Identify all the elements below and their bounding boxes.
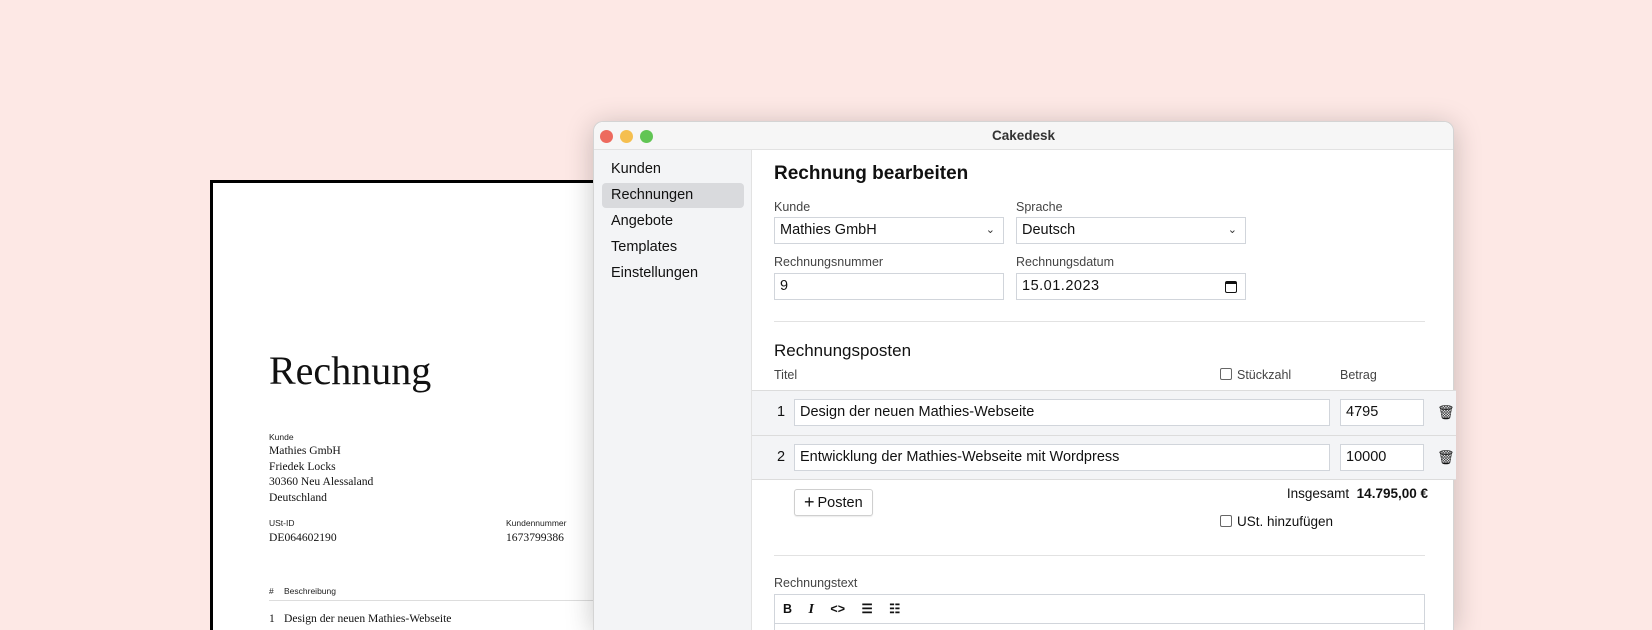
- page-title: Rechnung bearbeiten: [774, 163, 969, 184]
- total-value: 14.795,00 €: [1356, 486, 1428, 501]
- sidebar-item-templates[interactable]: Templates: [602, 235, 744, 260]
- vat-id: DE064602190: [269, 531, 337, 544]
- table-hash: #: [269, 586, 274, 596]
- sidebar-item-einstellungen[interactable]: Einstellungen: [602, 261, 744, 286]
- quantity-label: Stückzahl: [1237, 368, 1292, 382]
- chevron-down-icon: ⌄: [1227, 224, 1237, 236]
- maximize-button[interactable]: [640, 130, 653, 143]
- address-line: Mathies GmbH: [269, 444, 341, 457]
- invoice-date-value: 15.01.2023: [1022, 278, 1100, 294]
- editor-toolbar: B I <> ☰ ☷: [775, 595, 1424, 624]
- sidebar-item-kunden[interactable]: Kunden: [602, 157, 744, 182]
- language-value: Deutsch: [1022, 222, 1076, 238]
- numbered-list-icon[interactable]: ☷: [889, 601, 900, 617]
- trash-icon[interactable]: 🗑: [1437, 404, 1455, 421]
- bullet-list-icon[interactable]: ☰: [861, 601, 872, 617]
- item-number: 1: [777, 404, 786, 420]
- total: Insgesamt 14.795,00 €: [1287, 486, 1428, 501]
- customer-label: Kunde: [269, 432, 294, 442]
- col-title: Titel: [774, 368, 798, 382]
- quantity-toggle[interactable]: Stückzahl: [1220, 368, 1291, 382]
- invoice-title: Rechnung: [269, 348, 432, 393]
- sidebar-item-rechnungen[interactable]: Rechnungen: [602, 183, 744, 208]
- sidebar: Kunden Rechnungen Angebote Templates Ein…: [594, 150, 752, 630]
- trash-icon[interactable]: 🗑: [1437, 449, 1455, 466]
- item-amount-input[interactable]: 4795: [1340, 399, 1424, 426]
- address-line: Deutschland: [269, 490, 327, 504]
- customer-number-label: Kundennummer: [506, 518, 567, 528]
- col-amount: Betrag: [1340, 368, 1377, 382]
- item-title-input[interactable]: Design der neuen Mathies-Webseite: [794, 399, 1330, 426]
- language-select[interactable]: Deutsch ⌄: [1016, 217, 1246, 244]
- invoice-number-label: Rechnungsnummer: [774, 255, 884, 269]
- bold-icon[interactable]: B: [783, 601, 792, 617]
- item-title-input[interactable]: Entwicklung der Mathies-Webseite mit Wor…: [794, 444, 1330, 471]
- language-label: Sprache: [1016, 200, 1063, 214]
- item-no: 1: [269, 612, 275, 625]
- invoice-number-value: 9: [780, 278, 789, 294]
- item-amount-value: 10000: [1346, 449, 1387, 465]
- address-line: 30360 Neu Alessaland: [269, 475, 374, 488]
- item-number: 2: [777, 449, 786, 465]
- invoice-form: Rechnung bearbeiten Kunde Mathies GmbH ⌄…: [752, 150, 1456, 630]
- vat-toggle[interactable]: USt. hinzufügen: [1220, 514, 1333, 529]
- quantity-checkbox[interactable]: [1220, 368, 1232, 380]
- divider: [269, 600, 606, 601]
- chevron-down-icon: ⌄: [985, 224, 995, 236]
- invoice-date-label: Rechnungsdatum: [1016, 255, 1114, 269]
- item-row: 1 Design der neuen Mathies-Webseite 4795…: [752, 390, 1456, 435]
- item-title-value: Entwicklung der Mathies-Webseite mit Wor…: [800, 449, 1120, 465]
- code-icon[interactable]: <>: [830, 601, 845, 617]
- app-window: Cakedesk Kunden Rechnungen Angebote Temp…: [593, 121, 1456, 630]
- customer-value: Mathies GmbH: [780, 222, 877, 238]
- item-title-value: Design der neuen Mathies-Webseite: [800, 404, 1035, 420]
- divider: [774, 321, 1425, 322]
- invoice-number-input[interactable]: 9: [774, 273, 1004, 300]
- total-label: Insgesamt: [1286, 486, 1350, 501]
- calendar-icon[interactable]: [1225, 281, 1237, 293]
- item-amount-value: 4795: [1346, 404, 1379, 420]
- italic-icon[interactable]: I: [808, 602, 813, 618]
- item-row: 2 Entwicklung der Mathies-Webseite mit W…: [752, 435, 1456, 480]
- rich-text-editor[interactable]: B I <> ☰ ☷: [774, 594, 1425, 630]
- title-bar: Cakedesk: [594, 122, 1453, 150]
- customer-number: 1673799386: [506, 531, 564, 544]
- table-desc-header: Beschreibung: [284, 586, 336, 596]
- customer-select[interactable]: Mathies GmbH ⌄: [774, 217, 1004, 244]
- customer-address: Mathies GmbH Friedek Locks 30360 Neu Ale…: [269, 443, 373, 505]
- address-line: Friedek Locks: [269, 459, 336, 473]
- item-amount-input[interactable]: 10000: [1340, 444, 1424, 471]
- add-item-label: Posten: [817, 495, 863, 511]
- minimize-button[interactable]: [620, 130, 633, 143]
- sidebar-item-angebote[interactable]: Angebote: [602, 209, 744, 234]
- customer-label: Kunde: [774, 200, 811, 214]
- window-title: Cakedesk: [991, 128, 1056, 143]
- invoice-date-input[interactable]: 15.01.2023: [1016, 273, 1246, 300]
- items-heading: Rechnungsposten: [774, 341, 912, 360]
- plus-icon: +: [804, 492, 815, 512]
- add-item-button[interactable]: + Posten: [794, 489, 873, 516]
- item-desc: Design der neuen Mathies-Webseite: [284, 612, 452, 625]
- invoice-preview: Rechnung Kunde Mathies GmbH Friedek Lock…: [210, 180, 652, 630]
- divider: [774, 555, 1425, 556]
- vat-label: USt. hinzufügen: [1237, 514, 1334, 529]
- vat-id-label: USt-ID: [269, 518, 295, 528]
- vat-checkbox[interactable]: [1220, 515, 1232, 527]
- invoice-text-label: Rechnungstext: [774, 576, 858, 590]
- close-button[interactable]: [600, 130, 613, 143]
